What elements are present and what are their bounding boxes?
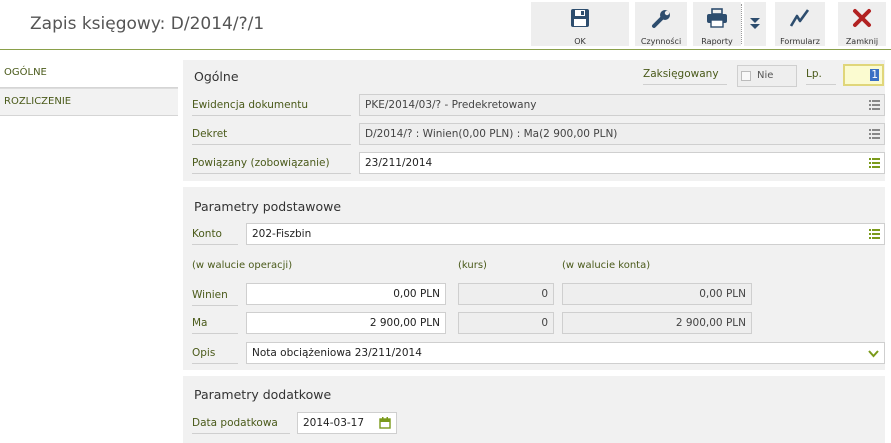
related-value: 23/211/2014	[365, 157, 433, 169]
col-rate-label: (kurs)	[458, 260, 487, 271]
actions-label: Czynności	[640, 37, 682, 46]
col-operation-label: (w walucie operacji)	[192, 260, 293, 271]
doc-value: PKE/2014/03/? - Predekretowany	[365, 99, 537, 111]
decree-label: Dekret	[192, 128, 351, 145]
ok-label: OK	[574, 37, 586, 46]
debit-rate-field[interactable]: 0	[458, 283, 554, 305]
sidebar-item-general[interactable]: OGÓLNE	[0, 60, 178, 88]
ok-button[interactable]: OK	[531, 2, 629, 46]
form-button[interactable]: Formularz	[775, 2, 825, 46]
debit-field[interactable]: 0,00 PLN	[246, 283, 446, 305]
credit-label: Ma	[192, 317, 238, 334]
taxdate-label: Data podatkowa	[192, 417, 290, 434]
account-value: 202-Fiszbin	[252, 228, 312, 240]
extra-heading: Parametry dodatkowe	[194, 387, 332, 402]
credit-rate-field[interactable]: 0	[458, 312, 554, 334]
lp-label: Lp.	[806, 68, 836, 85]
basic-params-section: Parametry podstawowe Konto 202-Fiszbin (…	[183, 187, 885, 370]
posted-checkbox[interactable]	[741, 71, 751, 81]
posted-value: Nie	[757, 70, 774, 81]
related-field[interactable]: 23/211/2014	[359, 152, 885, 174]
posted-label: Zaksięgowany	[643, 68, 727, 85]
desc-label: Opis	[192, 347, 238, 364]
decree-value: D/2014/? : Winien(0,00 PLN) : Ma(2 900,0…	[365, 128, 618, 140]
toolbar-divider	[0, 49, 891, 50]
actions-button[interactable]: Czynności	[635, 2, 687, 46]
related-label: Powiązany (zobowiązanie)	[192, 157, 351, 174]
chevron-down-icon[interactable]	[868, 350, 879, 358]
taxdate-value: 2014-03-17	[303, 417, 365, 429]
reports-label: Raporty	[701, 37, 733, 46]
calendar-icon[interactable]	[379, 417, 391, 429]
list-icon[interactable]	[869, 100, 880, 110]
posted-checkbox-field[interactable]: Nie	[737, 65, 797, 87]
list-icon[interactable]	[869, 229, 880, 239]
list-icon[interactable]	[869, 129, 880, 139]
decree-field[interactable]: D/2014/? : Winien(0,00 PLN) : Ma(2 900,0…	[359, 123, 885, 145]
pulse-chart-icon	[789, 9, 810, 27]
wrench-icon	[652, 10, 670, 28]
desc-value: Nota obciążeniowa 23/211/2014	[252, 347, 422, 359]
desc-select[interactable]: Nota obciążeniowa 23/211/2014	[246, 342, 885, 364]
basic-heading: Parametry podstawowe	[194, 199, 342, 214]
close-label: Zamknij	[845, 37, 879, 46]
taxdate-field[interactable]: 2014-03-17	[297, 412, 397, 434]
close-icon	[853, 9, 871, 27]
reports-dropdown-button[interactable]	[744, 2, 766, 46]
list-icon[interactable]	[869, 158, 880, 168]
doc-field[interactable]: PKE/2014/03/? - Predekretowany	[359, 94, 885, 116]
credit-account-field[interactable]: 2 900,00 PLN	[562, 312, 752, 334]
credit-field[interactable]: 2 900,00 PLN	[246, 312, 446, 334]
form-label: Formularz	[780, 37, 820, 46]
account-field[interactable]: 202-Fiszbin	[246, 223, 885, 245]
extra-params-section: Parametry dodatkowe Data podatkowa 2014-…	[183, 376, 885, 443]
chevron-double-down-icon	[750, 18, 760, 29]
general-heading: Ogólne	[194, 69, 239, 84]
close-button[interactable]: Zamknij	[838, 2, 886, 46]
doc-label: Ewidencja dokumentu	[192, 99, 351, 116]
sidebar-item-settlement[interactable]: ROZLICZENIE	[0, 88, 178, 116]
col-account-label: (w walucie konta)	[562, 260, 651, 271]
sidebar: OGÓLNE ROZLICZENIE	[0, 60, 178, 116]
page-title: Zapis księgowy: D/2014/?/1	[30, 14, 265, 34]
reports-button[interactable]: Raporty	[693, 2, 741, 46]
debit-account-field[interactable]: 0,00 PLN	[562, 283, 752, 305]
account-label: Konto	[192, 228, 238, 245]
lp-value: 1	[870, 69, 879, 81]
general-section: Ogólne Zaksięgowany Nie Lp. 1 Ewidencja …	[183, 60, 885, 181]
printer-icon	[707, 8, 727, 28]
debit-label: Winien	[192, 289, 238, 306]
lp-field[interactable]: 1	[843, 64, 884, 86]
save-icon	[571, 9, 589, 27]
